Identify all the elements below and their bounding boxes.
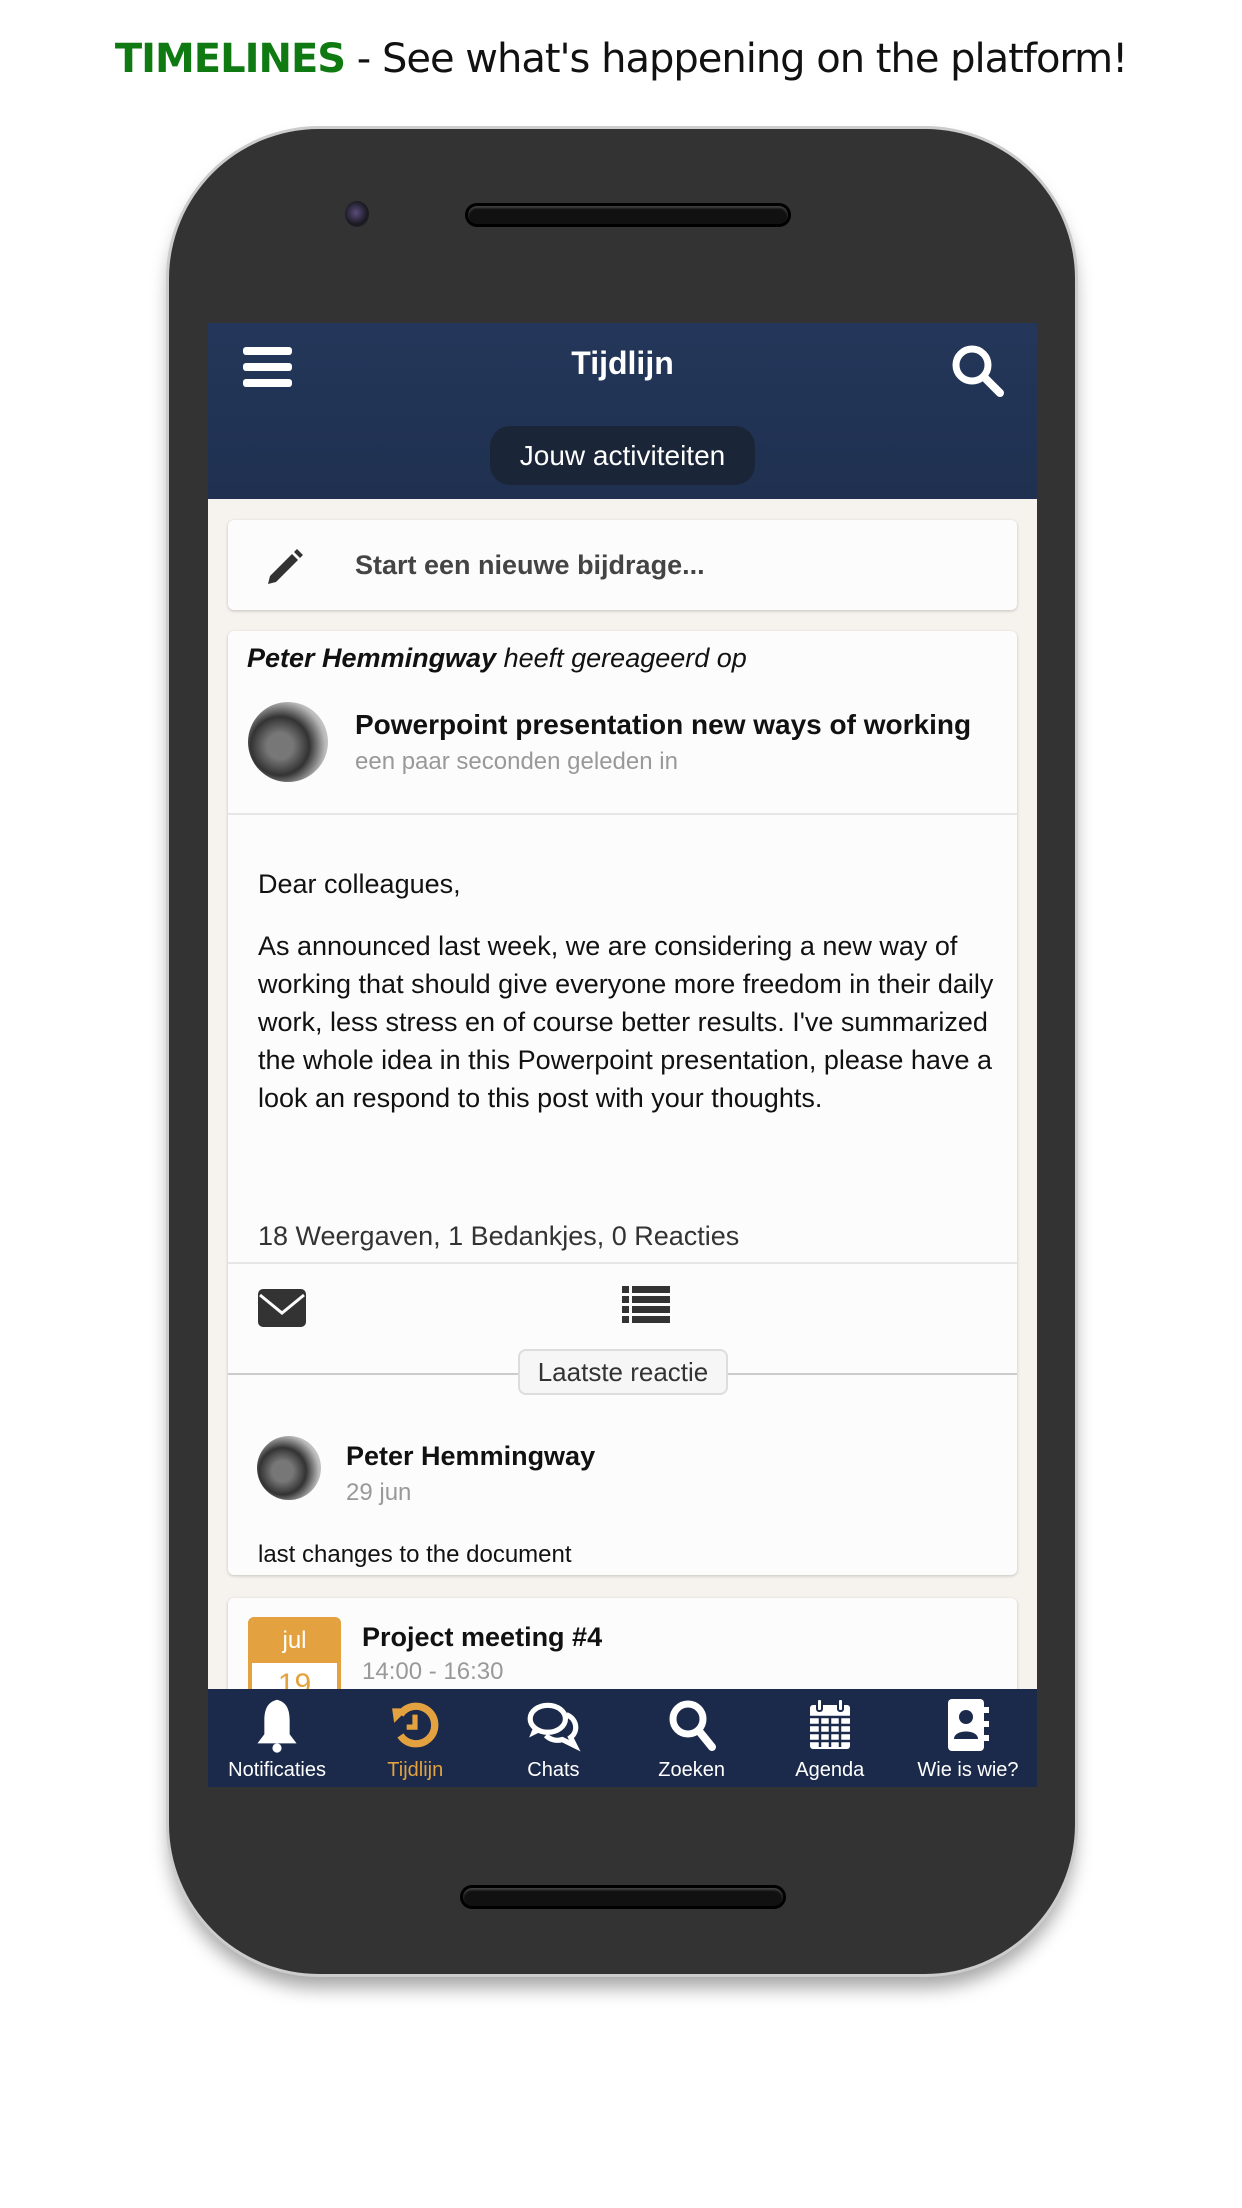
search-icon[interactable] (950, 343, 1006, 397)
nav-agenda[interactable]: Agenda (761, 1689, 899, 1787)
divider (228, 1262, 1017, 1264)
nav-notificaties[interactable]: Notificaties (208, 1689, 346, 1787)
page-title: Tijdlijn (571, 345, 674, 381)
reply-text: last changes to the document (258, 1541, 572, 1568)
avatar[interactable] (248, 702, 328, 782)
nav-zoeken[interactable]: Zoeken (623, 1689, 761, 1787)
reply-avatar[interactable] (257, 1436, 321, 1500)
top-speaker (465, 203, 791, 227)
nav-tijdlijn[interactable]: Tijdlijn (346, 1689, 484, 1787)
bottom-nav: Notificaties Tijdlijn Chats Zoeken Agend… (208, 1689, 1037, 1787)
camera-icon (345, 201, 369, 227)
pencil-icon (268, 549, 303, 584)
app-header: Tijdlijn Jouw activiteiten (208, 323, 1037, 499)
post-stats: 18 Weergaven, 1 Bedankjes, 0 Reacties (258, 1221, 740, 1251)
divider (228, 813, 1017, 815)
calendar-icon (809, 1698, 850, 1749)
activity-filter-button[interactable]: Jouw activiteiten (490, 426, 755, 485)
mail-icon[interactable] (258, 1289, 306, 1327)
post-title[interactable]: Powerpoint presentation new ways of work… (355, 709, 971, 741)
chat-bubbles-icon (528, 1702, 581, 1752)
nav-label: Wie is wie? (917, 1759, 1019, 1781)
compose-placeholder: Start een nieuwe bijdrage... (355, 550, 705, 580)
reply-date: 29 jun (346, 1479, 412, 1506)
caption: TIMELINES - See what's happening on the … (0, 36, 1242, 82)
post-time: een paar seconden geleden in (355, 748, 678, 775)
app-screen: Tijdlijn Jouw activiteiten Start een nie… (208, 323, 1037, 1787)
latest-reply-label: Laatste reactie (518, 1349, 728, 1395)
list-icon[interactable] (622, 1286, 670, 1324)
reply-author[interactable]: Peter Hemmingway (346, 1441, 595, 1472)
post-action: heeft gereageerd op (496, 643, 747, 673)
nav-label: Notificaties (228, 1759, 326, 1781)
event-month: jul (252, 1621, 337, 1663)
event-time: 14:00 - 16:30 (362, 1658, 504, 1685)
timeline-post-card: Peter Hemmingway heeft gereageerd op Pow… (228, 631, 1017, 1575)
search-icon (669, 1700, 716, 1751)
caption-text: - See what's happening on the platform! (345, 36, 1128, 82)
caption-highlight: TIMELINES (114, 36, 346, 82)
post-body: As announced last week, we are consideri… (258, 931, 994, 1113)
nav-label: Agenda (795, 1759, 865, 1781)
address-book-icon (947, 1699, 989, 1751)
nav-wie-is-wie[interactable]: Wie is wie? (899, 1689, 1037, 1787)
nav-label: Tijdlijn (387, 1759, 444, 1781)
compose-button[interactable]: Start een nieuwe bijdrage... (228, 520, 1017, 610)
nav-label: Zoeken (658, 1759, 725, 1781)
bottom-speaker (460, 1885, 786, 1909)
nav-label: Chats (527, 1759, 580, 1781)
nav-chats[interactable]: Chats (484, 1689, 622, 1787)
bell-icon (257, 1699, 297, 1753)
post-actor[interactable]: Peter Hemmingway (247, 643, 496, 673)
history-icon (392, 1702, 439, 1748)
post-greeting: Dear colleagues, (258, 869, 461, 899)
event-title: Project meeting #4 (362, 1622, 603, 1652)
